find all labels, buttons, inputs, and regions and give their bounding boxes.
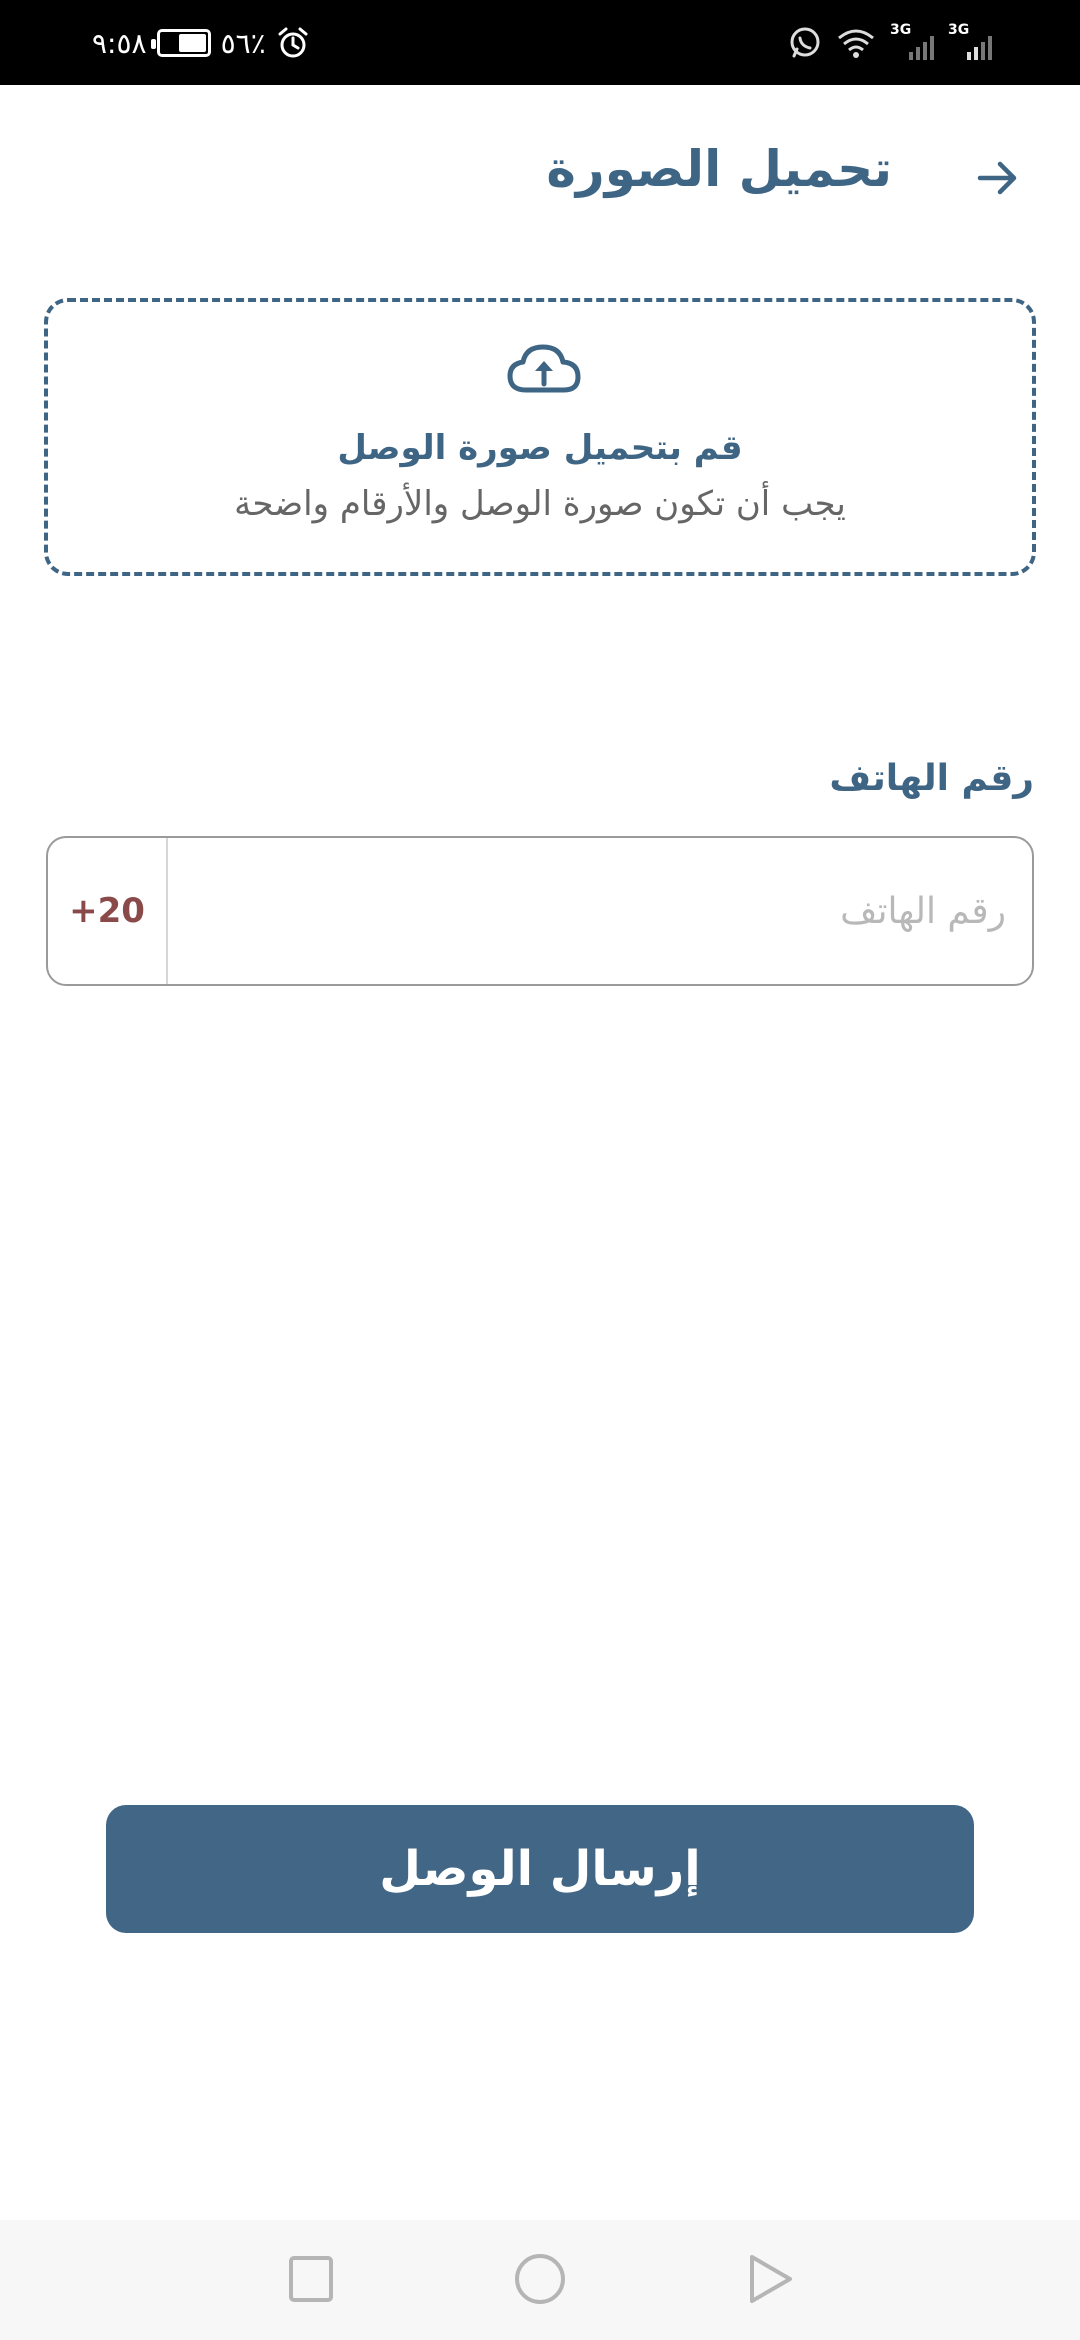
status-time: ٩:٥٨ — [92, 26, 147, 60]
home-icon[interactable] — [510, 2250, 570, 2310]
phone-input[interactable] — [172, 838, 1032, 984]
upload-title: قم بتحميل صورة الوصل — [337, 428, 743, 468]
wifi-icon — [838, 29, 874, 58]
upload-subtitle: يجب أن تكون صورة الوصل والأرقام واضحة — [234, 484, 846, 524]
battery-percent: ٥٦٪ — [220, 26, 266, 60]
alarm-icon — [278, 27, 308, 58]
back-button[interactable] — [958, 138, 1038, 218]
signal-icon: 3G — [948, 22, 992, 60]
header: تحميل الصورة — [0, 130, 1080, 230]
screen: ٩:٥٨ ٥٦٪ 3G 3G تحميل الصورة قم بتحميل صو… — [0, 0, 1080, 2340]
status-bar: ٩:٥٨ ٥٦٪ 3G 3G — [0, 0, 1080, 85]
whatsapp-icon — [790, 27, 820, 58]
page-title: تحميل الصورة — [546, 140, 892, 198]
back-icon[interactable] — [740, 2250, 800, 2310]
cloud-upload-icon — [506, 342, 582, 402]
signal-icon: 3G — [890, 22, 934, 60]
country-code[interactable]: +20 — [48, 838, 168, 984]
phone-field: +20 — [46, 836, 1034, 986]
arrow-right-icon — [977, 161, 1017, 195]
navigation-bar — [0, 2220, 1080, 2340]
battery-icon — [150, 29, 211, 57]
status-left: ٩:٥٨ ٥٦٪ — [92, 18, 310, 68]
battery-fill — [178, 34, 206, 52]
upload-receipt-zone[interactable]: قم بتحميل صورة الوصل يجب أن تكون صورة ال… — [44, 298, 1036, 576]
status-right: 3G 3G — [788, 18, 992, 68]
recent-apps-icon[interactable] — [281, 2250, 341, 2310]
phone-label: رقم الهاتف — [829, 758, 1034, 799]
submit-receipt-button[interactable]: إرسال الوصل — [106, 1805, 974, 1933]
